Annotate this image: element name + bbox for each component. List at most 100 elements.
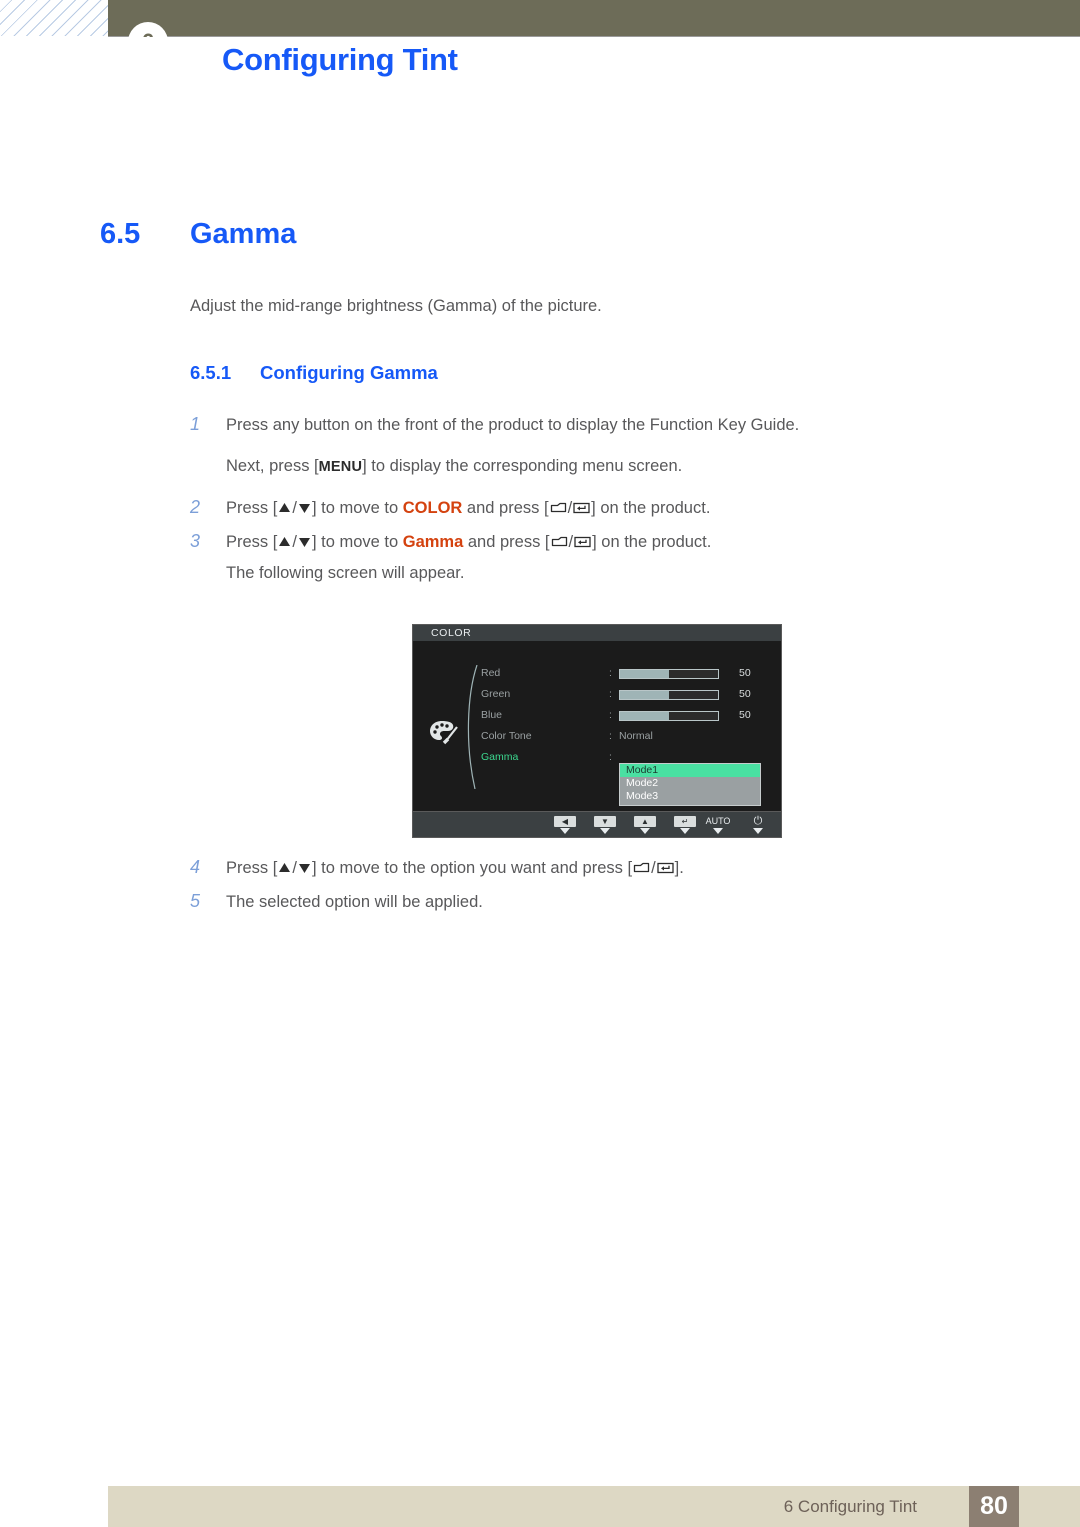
section-heading: 6.5 Gamma <box>100 218 296 251</box>
osd-row-colon: : <box>609 730 612 742</box>
step-number: 4 <box>190 857 201 877</box>
osd-button-pointer-icon <box>713 828 723 834</box>
osd-button-glyph: ↵ <box>672 815 698 827</box>
osd-row-colon: : <box>609 667 612 679</box>
osd-button-glyph-box: ▼ <box>594 816 616 827</box>
osd-slider-value: 50 <box>739 667 751 679</box>
up-arrow-icon <box>278 534 291 553</box>
header-bar <box>108 0 1080 36</box>
step-text: Press [/] to move to Gamma and press [/]… <box>226 533 712 553</box>
osd-button-glyph: ⏻ <box>753 815 763 827</box>
osd-button-label: AUTO <box>705 816 731 826</box>
osd-footer-buttons: ◀ ▼ ▲ ↵ AUTO ⏻ <box>413 811 781 837</box>
osd-button-pointer-icon <box>680 828 690 834</box>
menu-key-label: MENU <box>318 459 363 475</box>
osd-row-label[interactable]: Red <box>481 667 500 679</box>
step-item: 3 Press [/] to move to Gamma and press [/… <box>190 531 711 553</box>
osd-row-label[interactable]: Gamma <box>481 751 518 763</box>
step-item: 5 The selected option will be applied. <box>190 891 483 912</box>
subsection-title: Configuring Gamma <box>260 362 438 383</box>
step-number: 5 <box>190 891 201 911</box>
osd-button-pointer-icon <box>753 828 763 834</box>
osd-menu-title: COLOR <box>431 627 472 639</box>
down-arrow-icon <box>298 500 311 519</box>
menu-box-icon <box>633 860 650 879</box>
palette-icon <box>430 721 458 745</box>
down-arrow-button[interactable]: ▼ <box>592 815 618 834</box>
subsection-heading: 6.5.1 Configuring Gamma <box>190 362 438 384</box>
footer-bar <box>108 1486 1080 1527</box>
section-title: Gamma <box>190 218 297 250</box>
left-arrow-button[interactable]: ◀ <box>552 815 578 834</box>
up-arrow-button[interactable]: ▲ <box>632 815 658 834</box>
emphasised-menu-name: Gamma <box>402 533 464 551</box>
step-text: Press any button on the front of the pro… <box>226 416 800 434</box>
osd-text-value[interactable]: Normal <box>619 730 653 742</box>
header-bar-underline <box>108 36 1080 37</box>
down-arrow-icon <box>298 860 311 879</box>
osd-row-label[interactable]: Green <box>481 688 510 700</box>
enter-button[interactable]: ↵ <box>672 815 698 834</box>
step-number: 2 <box>190 497 201 517</box>
osd-dropdown-option[interactable]: Mode3 <box>620 790 760 803</box>
osd-button-pointer-icon <box>560 828 570 834</box>
enter-box-icon <box>574 534 591 553</box>
osd-row-colon: : <box>609 751 612 763</box>
osd-slider[interactable] <box>619 669 719 679</box>
step-item: 2 Press [/] to move to COLOR and press [/… <box>190 497 710 519</box>
osd-slider[interactable] <box>619 690 719 700</box>
osd-row-colon: : <box>609 709 612 721</box>
osd-button-glyph: ▲ <box>632 815 658 827</box>
emphasised-menu-name: COLOR <box>402 499 463 517</box>
enter-box-icon <box>657 860 674 879</box>
osd-button-glyph-box: ▲ <box>634 816 656 827</box>
step-number: 3 <box>190 531 201 551</box>
power-button[interactable]: ⏻ <box>745 815 771 834</box>
osd-slider-fill <box>620 712 669 720</box>
step-text: Press [/] to move to the option you want… <box>226 859 684 879</box>
osd-menu-screenshot: COLOR Red: 50 Green: 50 Blue: 50 Color Tone: No… <box>412 624 782 838</box>
osd-button-glyph-box: ↵ <box>674 816 696 827</box>
osd-slider-value: 50 <box>739 688 751 700</box>
section-intro-paragraph: Adjust the mid-range brightness (Gamma) … <box>190 297 602 315</box>
footer-chapter-label: 6 Configuring Tint <box>783 1497 917 1516</box>
osd-button-glyph: ◀ <box>552 815 578 827</box>
step-number: 1 <box>190 414 201 434</box>
osd-button-glyph-box: ◀ <box>554 816 576 827</box>
step-item: 1 Press any button on the front of the pr… <box>190 414 799 435</box>
up-arrow-icon <box>278 860 291 879</box>
menu-box-icon <box>551 534 568 553</box>
osd-slider-fill <box>620 670 669 678</box>
osd-row-label[interactable]: Blue <box>481 709 502 721</box>
step-text: Press [/] to move to COLOR and press [/]… <box>226 499 711 519</box>
step-continuation-line: Next, press [MENU] to display the corres… <box>226 457 682 476</box>
corner-hatch-decoration <box>0 0 108 36</box>
osd-row-label[interactable]: Color Tone <box>481 730 532 742</box>
subsection-number: 6.5.1 <box>190 362 232 383</box>
osd-menu-body: Red: 50 Green: 50 Blue: 50 Color Tone: Normal Ga… <box>413 641 781 813</box>
osd-row-colon: : <box>609 688 612 700</box>
osd-slider[interactable] <box>619 711 719 721</box>
step-text: The selected option will be applied. <box>226 893 483 911</box>
step-text: Next, press [MENU] to display the corres… <box>226 457 683 475</box>
step-continuation-line: The following screen will appear. <box>226 564 464 583</box>
enter-box-icon <box>573 500 590 519</box>
osd-button-pointer-icon <box>640 828 650 834</box>
up-arrow-icon <box>278 500 291 519</box>
osd-dropdown-option[interactable]: Mode1 <box>620 764 760 777</box>
running-head-title: Configuring Tint <box>222 42 458 77</box>
down-arrow-icon <box>298 534 311 553</box>
osd-gamma-dropdown[interactable]: Mode1 Mode2 Mode3 <box>619 763 761 806</box>
section-number: 6.5 <box>100 218 141 250</box>
step-text: The following screen will appear. <box>226 564 465 582</box>
osd-button-glyph: ▼ <box>592 815 618 827</box>
osd-curve-decoration <box>467 665 478 789</box>
osd-dropdown-option[interactable]: Mode2 <box>620 777 760 790</box>
osd-slider-value: 50 <box>739 709 751 721</box>
page-number: 80 <box>969 1486 1019 1527</box>
osd-button-pointer-icon <box>600 828 610 834</box>
osd-slider-fill <box>620 691 669 699</box>
step-item: 4 Press [/] to move to the option you wan… <box>190 857 684 879</box>
menu-box-icon <box>550 500 567 519</box>
auto-button[interactable]: AUTO <box>705 815 731 834</box>
